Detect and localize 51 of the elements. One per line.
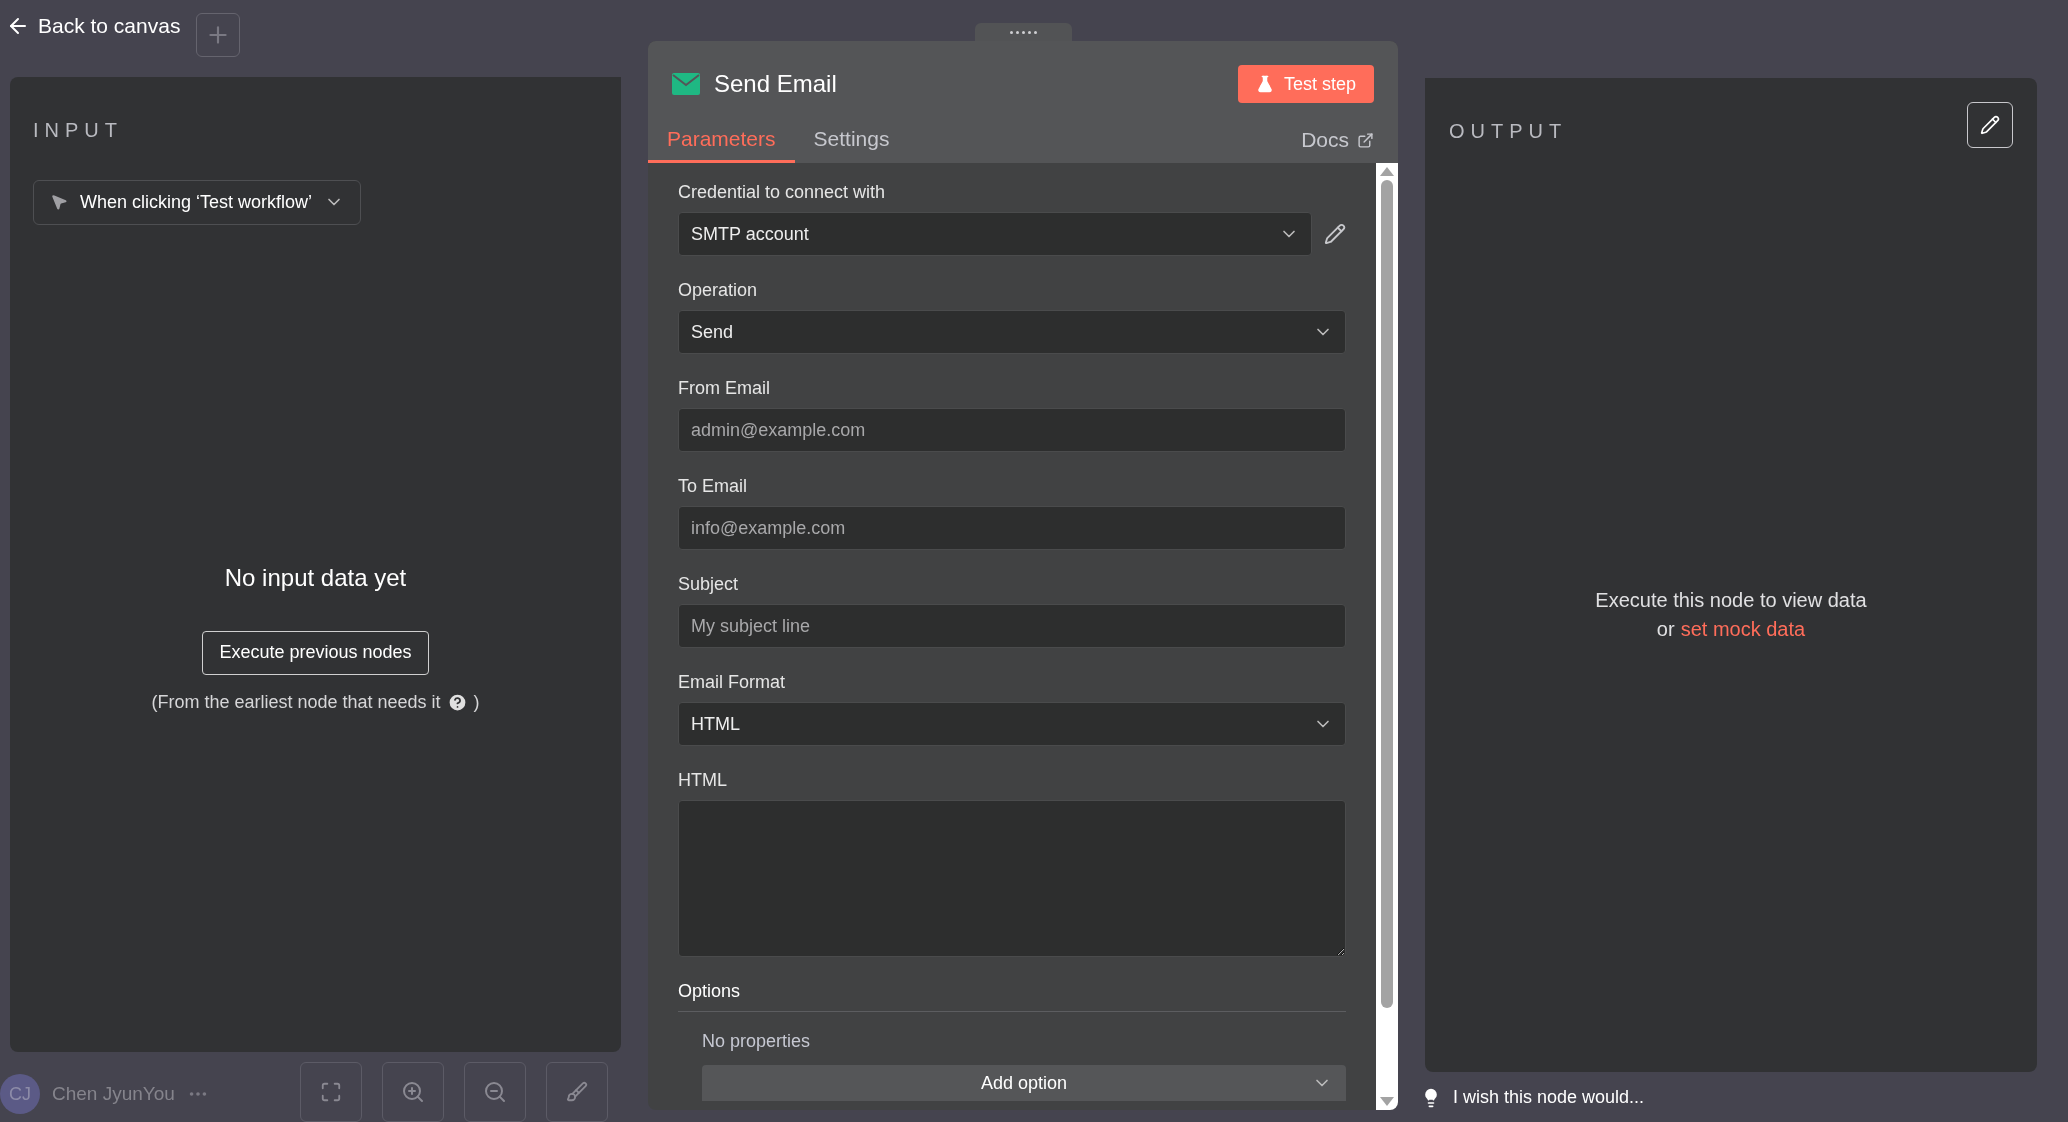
panel-title: OUTPUT — [1449, 119, 1568, 144]
zoom-in-icon — [401, 1080, 425, 1104]
cursor-icon — [50, 193, 68, 212]
field-label: From Email — [678, 377, 771, 400]
pencil-icon[interactable] — [1324, 223, 1346, 245]
external-link-icon — [1357, 131, 1374, 149]
execute-button[interactable]: Execute previous nodes — [202, 630, 429, 675]
zoom-out-icon — [483, 1080, 507, 1104]
zoom-in-button[interactable] — [382, 1062, 444, 1122]
input-field[interactable]: info@example.com — [678, 506, 1346, 550]
tidy-button[interactable] — [546, 1062, 608, 1122]
output-message: or — [1656, 617, 1675, 642]
feedback-text[interactable]: I wish this node would... — [1453, 1084, 1645, 1111]
trigger-select[interactable]: When clicking ‘Test workflow’ — [33, 179, 362, 225]
field-label: Operation — [678, 279, 759, 302]
edit-button[interactable] — [1967, 102, 2013, 148]
hint-text: ) — [473, 690, 480, 714]
hint-text: (From the earliest node that needs it — [151, 690, 441, 714]
node-title: Send Email — [714, 69, 837, 99]
output-message: Execute this node to view data — [1595, 588, 1867, 613]
empty-title: No input data yet — [224, 562, 407, 593]
input-field[interactable]: admin@example.com — [678, 408, 1346, 452]
add-button[interactable] — [196, 13, 241, 57]
empty-text: No properties — [702, 1030, 812, 1053]
fullscreen-icon — [320, 1081, 342, 1103]
mock-data-link[interactable]: set mock data — [1680, 615, 1806, 644]
field-label: Email Format — [678, 671, 786, 694]
input-field[interactable]: My subject line — [678, 604, 1346, 648]
back-link[interactable]: Back to canvas — [6, 10, 181, 42]
pencil-icon — [1980, 115, 2000, 135]
user-name: Chen JyunYou — [52, 1081, 175, 1106]
field-label: HTML — [678, 769, 728, 792]
brush-icon — [566, 1081, 588, 1103]
field-label: To Email — [678, 475, 749, 498]
fit-view-button[interactable] — [300, 1062, 362, 1122]
envelope-icon — [672, 73, 700, 95]
add-option-button[interactable]: Add option — [702, 1065, 1346, 1101]
zoom-out-button[interactable] — [464, 1062, 526, 1122]
flask-icon — [1255, 75, 1274, 93]
section-title: Options — [678, 978, 1346, 1012]
field-label: Credential to connect with — [678, 181, 887, 204]
select-field[interactable]: Send — [678, 310, 1346, 354]
docs-link[interactable]: Docs — [1301, 117, 1374, 163]
panel-title: INPUT — [33, 117, 124, 143]
help-icon[interactable] — [446, 691, 468, 713]
scrollbar[interactable] — [1376, 163, 1398, 1110]
field-label: Subject — [678, 573, 740, 596]
select-field[interactable]: HTML — [678, 702, 1346, 746]
drag-handle[interactable] — [974, 23, 1072, 41]
select-field[interactable]: SMTP account — [678, 212, 1312, 256]
tab[interactable]: Settings — [794, 117, 909, 163]
